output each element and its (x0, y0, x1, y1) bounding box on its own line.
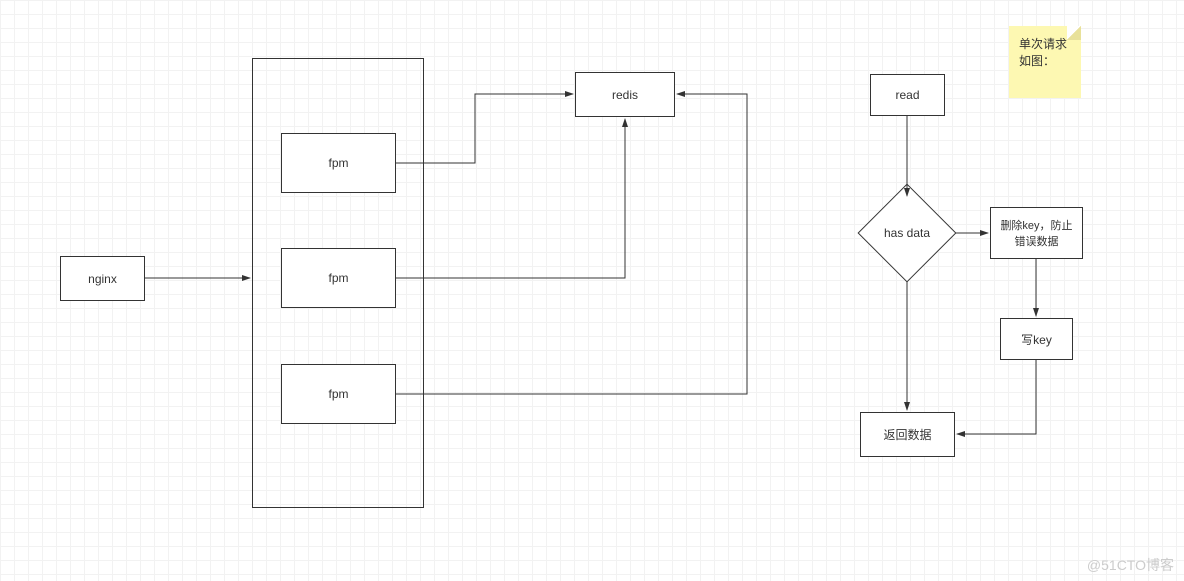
node-read: read (870, 74, 945, 116)
node-fpm-2: fpm (281, 248, 396, 308)
node-label: fpm (328, 387, 348, 401)
sticky-line: 单次请求 (1019, 36, 1071, 53)
node-fpm-1: fpm (281, 133, 396, 193)
node-nginx: nginx (60, 256, 145, 301)
node-delete-key: 删除key，防止错误数据 (990, 207, 1083, 259)
node-label: fpm (328, 271, 348, 285)
sticky-line: 如图： (1019, 53, 1071, 70)
watermark: @51CTO博客 (1087, 555, 1174, 575)
sticky-note: 单次请求 如图： (1009, 26, 1081, 98)
node-label: read (895, 88, 919, 102)
node-has-data: has data (858, 184, 957, 283)
node-label: 写key (1021, 331, 1052, 348)
node-label: fpm (328, 156, 348, 170)
node-label: nginx (88, 272, 117, 286)
node-label: 返回数据 (883, 426, 931, 443)
node-label: 删除key，防止错误数据 (995, 217, 1078, 249)
node-label: redis (612, 88, 638, 102)
node-write-key: 写key (1000, 318, 1073, 360)
node-label: has data (884, 226, 930, 240)
node-return-data: 返回数据 (860, 412, 955, 457)
node-fpm-3: fpm (281, 364, 396, 424)
node-redis: redis (575, 72, 675, 117)
